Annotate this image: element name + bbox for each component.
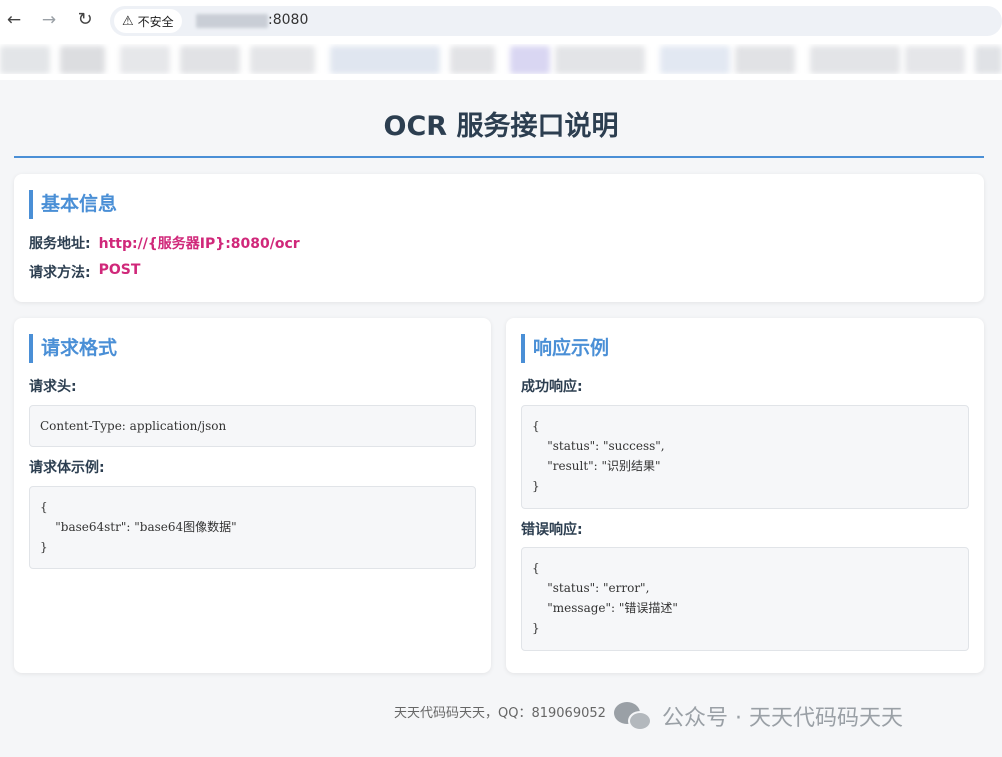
service-address-label: 服务地址:	[29, 236, 91, 252]
error-response-code: { "status": "error", "message": "错误描述" }	[521, 547, 969, 651]
code-line: }	[40, 540, 48, 554]
request-format-card: 请求格式 请求头: Content-Type: application/json…	[14, 318, 491, 673]
security-indicator[interactable]: ⚠ 不安全	[114, 9, 182, 33]
watermark-text: 公众号 · 天天代码码天天	[662, 706, 903, 731]
code-line: "status": "error",	[532, 581, 650, 595]
request-method-label: 请求方法:	[29, 265, 91, 281]
basic-info-card: 基本信息 服务地址: http://{服务器IP}:8080/ocr 请求方法:…	[14, 174, 984, 302]
forward-arrow-icon[interactable]: →	[38, 9, 60, 31]
request-body-code: { "base64str": "base64图像数据" }	[29, 486, 476, 569]
response-example-heading: 响应示例	[521, 334, 609, 363]
back-arrow-icon[interactable]: ←	[3, 9, 25, 31]
request-format-heading: 请求格式	[29, 334, 117, 363]
code-line: "message": "错误描述"	[532, 601, 678, 615]
request-header-code: Content-Type: application/json	[29, 405, 476, 447]
request-header-label: 请求头:	[29, 379, 77, 395]
code-line: {	[532, 561, 540, 575]
request-body-label: 请求体示例:	[29, 460, 105, 476]
code-line: {	[532, 419, 540, 433]
request-method-value: POST	[98, 262, 141, 278]
redacted-host	[196, 14, 268, 28]
success-response-code: { "status": "success", "result": "识别结果" …	[521, 405, 969, 509]
response-example-card: 响应示例 成功响应: { "status": "success", "resul…	[506, 318, 984, 673]
bookmarks-bar-redacted	[0, 44, 1002, 74]
security-label: 不安全	[137, 14, 174, 29]
browser-chrome: ← → ↻ ⚠ 不安全 :8080	[0, 0, 1002, 80]
code-line: }	[532, 479, 540, 493]
reload-icon[interactable]: ↻	[74, 9, 96, 31]
page-title: OCR 服务接口说明	[383, 111, 619, 142]
error-response-label: 错误响应:	[521, 522, 583, 538]
wechat-icon	[614, 700, 654, 732]
warning-triangle-icon: ⚠	[122, 13, 134, 29]
service-address-value: http://{服务器IP}:8080/ocr	[98, 236, 300, 252]
code-line: "base64str": "base64图像数据"	[40, 520, 237, 534]
success-response-label: 成功响应:	[521, 379, 583, 395]
request-method-row: 请求方法: POST	[29, 262, 140, 282]
footer-text: 天天代码码天天，QQ：819069052	[394, 706, 606, 721]
code-line: Content-Type: application/json	[40, 419, 227, 433]
code-line: }	[532, 621, 540, 635]
basic-info-heading: 基本信息	[29, 190, 117, 219]
url-port: :8080	[268, 12, 309, 28]
code-line: {	[40, 500, 48, 514]
code-line: "status": "success",	[532, 439, 665, 453]
code-line: "result": "识别结果"	[532, 459, 661, 473]
service-address-row: 服务地址: http://{服务器IP}:8080/ocr	[29, 233, 300, 253]
address-bar[interactable]: ⚠ 不安全 :8080	[110, 6, 1002, 36]
title-divider	[14, 156, 984, 158]
watermark: 公众号 · 天天代码码天天	[614, 700, 903, 732]
